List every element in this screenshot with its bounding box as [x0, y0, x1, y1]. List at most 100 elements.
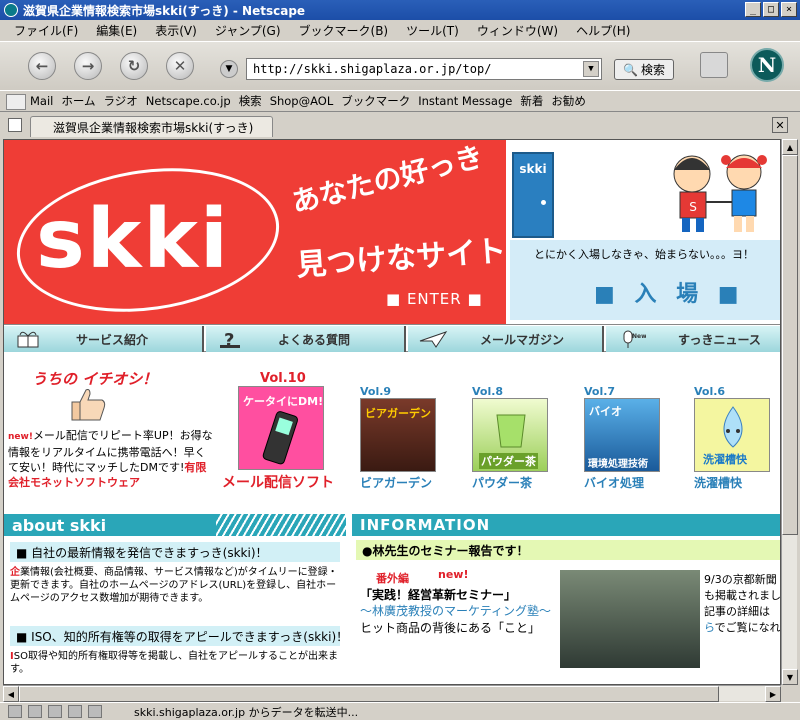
about-body-2-text: SO取得や知的所有権取得等を掲載し、自社をアピールすることが出来ます。 — [10, 651, 338, 675]
pickup-text: メール配信でリピート率UP！お得な情報をリアルタイムに携帯電話へ！早くて安い！時… — [8, 429, 213, 474]
mobile-phone-icon — [262, 411, 299, 465]
featured-vol7[interactable]: Vol.7 バイオ 環境処理技術 バイオ処理 — [584, 385, 660, 491]
magnifier-icon: 🔍 — [623, 62, 638, 77]
toolbar-link-recommended[interactable]: お勧め — [551, 93, 586, 109]
toolbar-link-instant-message[interactable]: Instant Message — [418, 94, 512, 108]
instant-message-icon[interactable] — [48, 705, 62, 718]
menu-view[interactable]: 表示(V) — [155, 22, 197, 39]
page-content: skki あなたの好っき 見つけなサイト。 ■ ENTER ■ skki S と… — [3, 139, 781, 685]
stop-button[interactable]: ✕ — [166, 52, 194, 80]
nav-faq[interactable]: ? よくある質問 — [206, 326, 406, 352]
about-body-1: 企業情報(会社概要、商品情報、サービス情報など)がタイムリーに登録・更新できます… — [10, 566, 342, 605]
mascot-drop-icon — [723, 406, 743, 448]
entry-button[interactable]: ■ 入 場 ■ — [594, 276, 745, 308]
toolbar-link-home[interactable]: ホーム — [61, 93, 95, 109]
close-icon: ✕ — [775, 118, 785, 132]
nav-mail-magazine[interactable]: メールマガジン — [408, 326, 604, 352]
pickup-description: new!メール配信でリピート率UP！お得な情報をリアルタイムに携帯電話へ！早くて… — [8, 428, 214, 490]
toolbar-link-radio[interactable]: ラジオ — [104, 93, 138, 109]
vol-caption: ビアガーデン — [360, 476, 433, 490]
menu-go[interactable]: ジャンプ(G) — [215, 22, 281, 39]
close-window-button[interactable]: × — [781, 2, 797, 17]
netscape-logo[interactable]: N — [750, 48, 784, 82]
url-dropdown-button[interactable]: ▼ — [583, 61, 599, 77]
menu-help[interactable]: ヘルプ(H) — [576, 22, 630, 39]
vertical-scrollbar[interactable]: ▲ ▼ — [781, 139, 798, 685]
enter-link[interactable]: ■ ENTER ■ — [386, 290, 483, 308]
home-icon[interactable] — [6, 94, 26, 110]
about-heading: about skki — [4, 514, 346, 536]
back-button[interactable]: ← — [28, 52, 56, 80]
skki-logo: skki — [36, 192, 230, 287]
vol6-image: 洗濯槽快 — [694, 398, 770, 472]
nav-service[interactable]: サービス紹介 — [4, 326, 204, 352]
horizontal-scrollbar[interactable]: ◀ ▶ — [3, 685, 781, 702]
seminar-subtitle[interactable]: 〜林廣茂教授のマーケティング塾〜 — [360, 602, 551, 619]
menu-tools[interactable]: ツール(T) — [406, 22, 459, 39]
toolbar-link-shop[interactable]: Shop@AOL — [270, 94, 334, 108]
seminar-title[interactable]: 「実践！経営革新セミナー」 — [360, 586, 516, 603]
close-tab-button[interactable]: ✕ — [772, 117, 788, 133]
chevron-down-icon: ▼ — [225, 64, 233, 74]
door-icon[interactable]: skki — [512, 152, 554, 238]
composer-icon[interactable] — [68, 705, 82, 718]
window-controls: _ □ × — [745, 2, 797, 17]
door-knob — [541, 200, 546, 205]
vertical-scroll-thumb[interactable] — [782, 155, 798, 535]
print-button[interactable] — [700, 52, 728, 78]
right-arrow-icon: ▶ — [769, 689, 777, 699]
menu-file[interactable]: ファイル(F) — [14, 22, 78, 39]
featured-vol9[interactable]: Vol.9 ビアガーデン ビアガーデン — [360, 385, 436, 491]
forward-button[interactable]: → — [74, 52, 102, 80]
scroll-down-button[interactable]: ▼ — [782, 669, 798, 685]
svg-text:S: S — [689, 200, 697, 214]
about-body-1-text: 業情報(会社概要、商品情報、サービス情報など)がタイムリーに登録・更新できます。… — [10, 567, 338, 604]
featured-vol10[interactable]: Vol.10 ケータイにDM! メール配信ソフト — [222, 371, 334, 492]
vol9-image: ビアガーデン — [360, 398, 436, 472]
horizontal-scroll-thumb[interactable] — [19, 686, 719, 702]
vol-number: Vol.6 — [694, 385, 726, 398]
toolbar-link-netscape[interactable]: Netscape.co.jp — [146, 94, 231, 108]
entry-box: とにかく入場しなきゃ、始まらない。。。ヨ！ ■ 入 場 ■ — [510, 240, 780, 320]
vol7-image-text: バイオ — [589, 405, 622, 418]
main-banner[interactable]: skki あなたの好っき 見つけなサイト。 ■ ENTER ■ — [4, 139, 537, 328]
menu-bookmarks[interactable]: ブックマーク(B) — [299, 22, 389, 39]
window-title-bar: 滋賀県企業情報検索市場skki(すっき) - Netscape _ □ × — [0, 0, 800, 20]
thumbs-up-icon — [71, 389, 106, 421]
info-kind: 番外編 — [376, 572, 409, 585]
banner-catch-1: あなたの好っき — [288, 139, 487, 220]
toolbar-link-new[interactable]: 新着 — [520, 93, 543, 109]
toolbar-link-mail[interactable]: Mail — [30, 94, 53, 108]
minimize-button[interactable]: _ — [745, 2, 761, 17]
personal-toolbar: Mail ホーム ラジオ Netscape.co.jp 検索 Shop@AOL … — [0, 90, 800, 112]
scroll-left-button[interactable]: ◀ — [3, 686, 19, 702]
menu-bar: ファイル(F) 編集(E) 表示(V) ジャンプ(G) ブックマーク(B) ツー… — [0, 20, 800, 42]
seminar-topic: ヒット商品の背後にある「こと」 — [360, 621, 541, 635]
info-headline[interactable]: ●林先生のセミナー報告です！ — [356, 540, 780, 560]
menu-window[interactable]: ウィンドウ(W) — [477, 22, 558, 39]
nav-news[interactable]: News すっきニュース — [606, 326, 780, 352]
featured-vol6[interactable]: Vol.6 洗濯槽快 洗濯槽快 — [694, 385, 770, 491]
info-new-tag: new! — [438, 568, 469, 581]
vol9-image-text: ビアガーデン — [365, 407, 431, 420]
menu-edit[interactable]: 編集(E) — [96, 22, 137, 39]
url-history-dropdown[interactable]: ▼ — [220, 60, 238, 78]
microphone-icon: News — [623, 330, 646, 348]
vol7-image-subtext: 環境処理技術 — [588, 459, 648, 470]
scroll-up-button[interactable]: ▲ — [782, 139, 798, 155]
article-link[interactable]: ら — [704, 621, 715, 634]
search-button[interactable]: 🔍 検索 — [614, 59, 674, 80]
featured-vol8[interactable]: Vol.8 パウダー茶 パウダー茶 — [472, 385, 548, 491]
url-bar[interactable]: http://skki.shigaplaza.or.jp/top/ ▼ — [246, 58, 602, 80]
scroll-right-button[interactable]: ▶ — [765, 686, 781, 702]
maximize-button[interactable]: □ — [763, 2, 779, 17]
status-icons — [0, 705, 130, 718]
toolbar-link-bookmarks[interactable]: ブックマーク — [341, 93, 410, 109]
netscape-app-icon — [4, 3, 18, 17]
tab-skki[interactable]: 滋賀県企業情報検索市場skki(すっき) — [30, 116, 273, 137]
address-book-icon[interactable] — [88, 705, 102, 718]
mail-icon[interactable] — [28, 705, 42, 718]
toolbar-link-search[interactable]: 検索 — [239, 93, 262, 109]
reload-button[interactable]: ↻ — [120, 52, 148, 80]
navigator-icon[interactable] — [8, 705, 22, 718]
